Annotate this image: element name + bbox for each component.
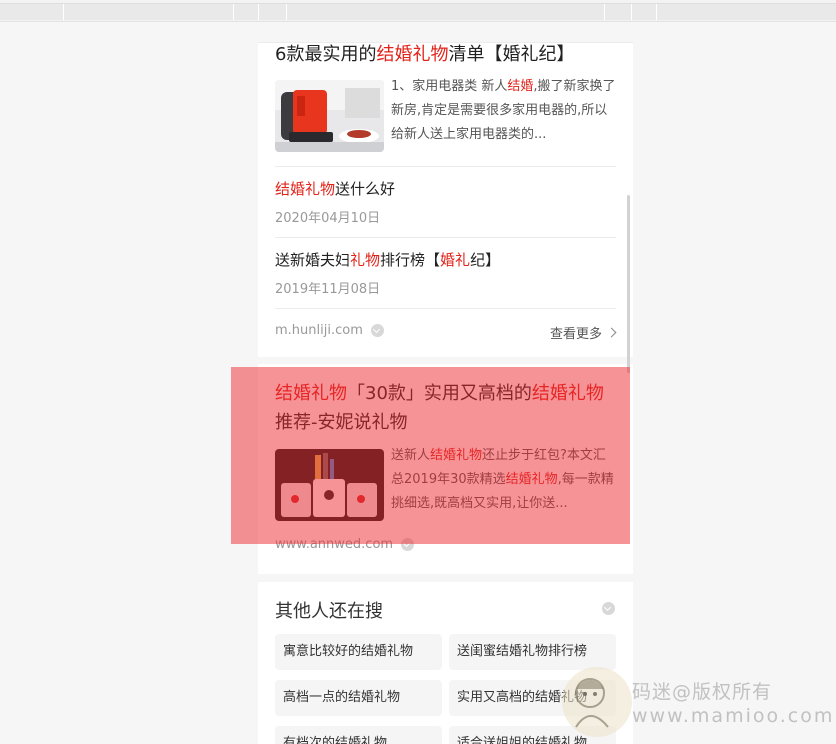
watermark-avatar [562,667,632,737]
sub-link-title[interactable]: 结婚礼物送什么好 [275,178,395,200]
sub-link-date: 2020年04月10日 [275,211,381,226]
search-result-card: 6款最实用的结婚礼物清单【婚礼纪】 1、家用电器类 新人结婚,搬了新家换了新房,… [258,42,633,357]
result-summary: 1、家用电器类 新人结婚,搬了新家换了新房,肯定是需要很多家用电器的,所以给新人… [391,75,616,147]
keyword-highlight: 结婚礼物 [275,180,336,198]
related-search-chip[interactable]: 送闺蜜结婚礼物排行榜 [449,634,616,670]
divider [275,308,616,309]
highlight-overlay [231,367,630,544]
source-url: m.hunliji.com [275,323,363,338]
keyword-highlight: 结婚 [507,79,534,94]
text-segment: 清单【婚礼纪】 [448,44,575,65]
keyword-highlight: 礼物 [350,251,381,269]
toolbar-strip [0,3,836,20]
chevron-right-icon [606,327,617,338]
toolbar-separator [631,4,632,20]
chevron-down-icon[interactable] [602,602,615,615]
watermark-url: www.mamioo.com [632,705,835,727]
related-title: 其他人还在搜 [275,601,383,622]
browser-toolbar [0,0,836,22]
keyword-highlight: 结婚礼物 [376,44,449,65]
related-search-chip[interactable]: 寓意比较好的结婚礼物 [275,634,442,670]
text-segment: 6款最实用的 [275,44,377,65]
toolbar-separator [286,4,287,20]
chevron-down-icon[interactable] [370,324,384,337]
text-segment: 排行榜【 [380,251,441,269]
view-more-label: 查看更多 [549,327,602,342]
text-segment: 纪】 [470,251,501,269]
toolbar-separator [233,4,234,20]
divider [275,237,616,238]
scrollbar-thumb[interactable] [627,195,630,373]
related-search-chip[interactable]: 高档一点的结婚礼物 [275,680,442,716]
result-source[interactable]: m.hunliji.com [275,323,384,338]
watermark-text: 码迷@版权所有 [632,681,773,703]
text-segment: 送什么好 [335,180,396,198]
related-search-chip[interactable]: 有档次的结婚礼物 [275,726,442,744]
result-thumbnail[interactable] [275,80,384,152]
divider [275,166,616,167]
toolbar-separator [63,4,64,20]
coffee-machine-image [275,80,384,152]
toolbar-separator [604,4,605,20]
toolbar-separator [656,4,657,20]
text-segment: 1、家用电器类 新人 [391,79,508,94]
result-title[interactable]: 6款最实用的结婚礼物清单【婚礼纪】 [275,40,620,69]
text-segment: 送新婚夫妇 [275,251,351,269]
keyword-highlight: 婚礼 [440,251,471,269]
sub-link-date: 2019年11月08日 [275,282,381,297]
view-more-link[interactable]: 查看更多 [549,323,617,342]
toolbar-separator [258,4,259,20]
sub-link-title[interactable]: 送新婚夫妇礼物排行榜【婚礼纪】 [275,249,500,271]
avatar-icon [575,678,609,728]
